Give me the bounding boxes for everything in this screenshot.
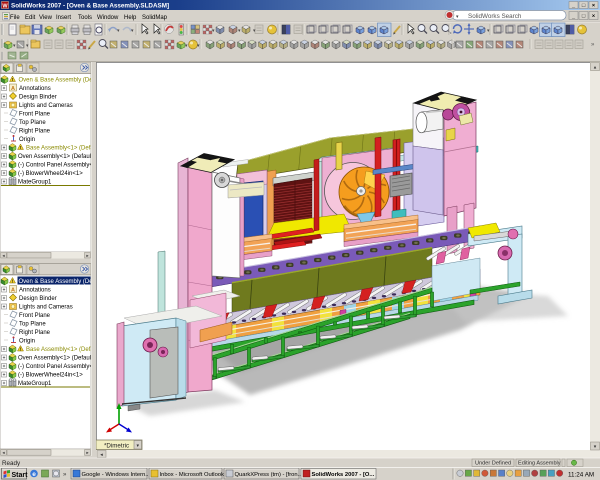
svg-text:SolidWorks 2007 - [Oven & Base: SolidWorks 2007 - [Oven & Base Assembly.… — [11, 2, 169, 9]
svg-text:Oven & Base Assembly (Defa: Oven & Base Assembly (Defa — [19, 77, 97, 83]
svg-text:MateGroup1: MateGroup1 — [18, 179, 52, 185]
svg-text:SolidWorks 2007 - [O...: SolidWorks 2007 - [O... — [312, 472, 375, 478]
svg-text:Top Plane: Top Plane — [19, 321, 46, 327]
svg-text:A: A — [11, 288, 15, 294]
svg-text:×: × — [592, 14, 595, 20]
svg-text:(-) BlowerWheel24in<1>: (-) BlowerWheel24in<1> — [18, 171, 83, 177]
svg-text:(-) Control Panel Assembly<1: (-) Control Panel Assembly<1 — [18, 364, 96, 370]
svg-text:Origin: Origin — [19, 338, 35, 344]
svg-text:Tools: Tools — [78, 15, 92, 21]
svg-text:SolidMap: SolidMap — [142, 15, 168, 21]
svg-text:Right Plane: Right Plane — [19, 330, 51, 336]
svg-text:(-) BlowerWheel24in<1>: (-) BlowerWheel24in<1> — [18, 372, 83, 378]
svg-text:!: ! — [20, 145, 21, 150]
svg-text:(-) Control Panel Assembly<1: (-) Control Panel Assembly<1 — [18, 162, 96, 168]
svg-text:MateGroup1: MateGroup1 — [18, 381, 52, 387]
svg-text:Right Plane: Right Plane — [19, 128, 51, 134]
svg-text:Design Binder: Design Binder — [19, 94, 57, 100]
svg-text:Base Assembly<1> (Defa: Base Assembly<1> (Defa — [26, 347, 94, 353]
svg-text:Oven Assembly<1> (Default-: Oven Assembly<1> (Default- — [18, 355, 95, 361]
svg-text:QuarkXPress (tm) - [fron...: QuarkXPress (tm) - [fron... — [235, 472, 303, 478]
svg-text:Edit: Edit — [25, 15, 36, 21]
svg-text:Lights and Cameras: Lights and Cameras — [19, 304, 73, 310]
svg-text:SolidWorks Search: SolidWorks Search — [468, 13, 522, 20]
svg-text:!: ! — [12, 279, 13, 284]
svg-text:Editing Assembly: Editing Assembly — [518, 461, 561, 467]
svg-text:Oven & Base Assembly (Defa: Oven & Base Assembly (Defa — [19, 279, 97, 285]
svg-text:Window: Window — [97, 15, 119, 21]
svg-text:Annotations: Annotations — [19, 86, 51, 92]
svg-text:A: A — [11, 86, 15, 92]
svg-text:Front Plane: Front Plane — [19, 313, 51, 319]
svg-text:Annotations: Annotations — [19, 287, 51, 293]
svg-text:e: e — [32, 471, 36, 478]
svg-text:11:24 AM: 11:24 AM — [568, 471, 594, 478]
svg-text:Oven Assembly<1> (Default-: Oven Assembly<1> (Default- — [18, 154, 95, 160]
svg-text:Top Plane: Top Plane — [19, 120, 46, 126]
svg-text:Origin: Origin — [19, 137, 35, 143]
svg-text:*Dimetric: *Dimetric — [104, 442, 129, 449]
svg-text:View: View — [39, 15, 53, 21]
svg-text:!: ! — [20, 347, 21, 352]
svg-text:Lights and Cameras: Lights and Cameras — [19, 103, 73, 109]
svg-text:Front Plane: Front Plane — [19, 111, 51, 117]
svg-text:Under Defined: Under Defined — [475, 461, 511, 467]
svg-text:Start: Start — [12, 472, 29, 479]
svg-text:Help: Help — [124, 15, 137, 21]
svg-text:Base Assembly<1> (Defa: Base Assembly<1> (Defa — [26, 145, 94, 151]
svg-text:×: × — [592, 3, 595, 9]
svg-text:Ready: Ready — [2, 460, 21, 467]
svg-text:Google - Windows Intern...: Google - Windows Intern... — [82, 472, 151, 478]
svg-text:Insert: Insert — [56, 15, 71, 21]
svg-text:W: W — [2, 4, 8, 10]
svg-text:File: File — [10, 15, 20, 21]
svg-text:!: ! — [12, 77, 13, 82]
svg-text:Inbox - Microsoft Outlook: Inbox - Microsoft Outlook — [160, 472, 225, 478]
svg-text:Design Binder: Design Binder — [19, 296, 57, 302]
